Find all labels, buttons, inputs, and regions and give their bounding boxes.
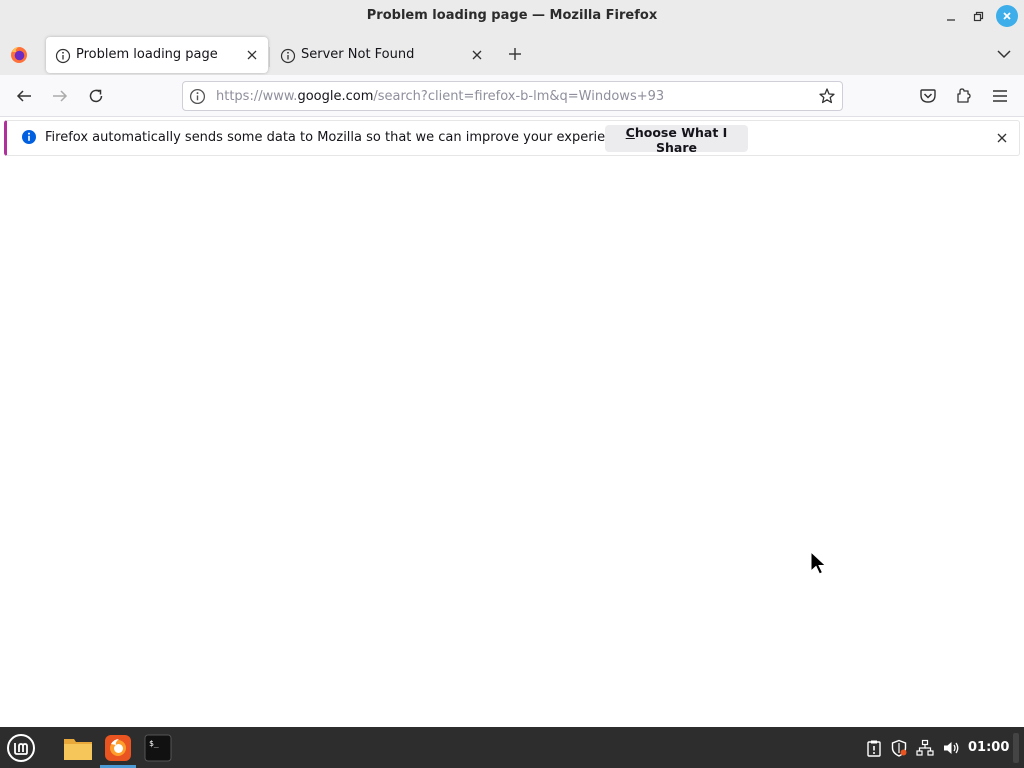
- choose-what-i-share-button[interactable]: Choose What I Share: [605, 125, 748, 155]
- url-domain: google.com: [297, 89, 374, 104]
- tab-separator: [269, 47, 270, 67]
- button-accesskey: C: [625, 125, 635, 140]
- extensions-icon[interactable]: [954, 86, 974, 106]
- url-text[interactable]: https://www.google.com/search?client=fir…: [216, 89, 664, 104]
- tab-label: Server Not Found: [301, 47, 415, 62]
- firefox-view-button[interactable]: [8, 44, 30, 66]
- taskbar-files[interactable]: [58, 727, 98, 768]
- restore-icon: [973, 11, 984, 22]
- taskbar-firefox[interactable]: [98, 727, 138, 768]
- files-icon: [64, 738, 92, 760]
- button-label: hoose What I Share: [634, 125, 728, 155]
- start-menu-button[interactable]: [2, 727, 40, 768]
- page-content[interactable]: [0, 160, 1024, 727]
- site-info-icon[interactable]: [189, 88, 206, 105]
- tab-problem-loading[interactable]: Problem loading page: [46, 37, 268, 73]
- info-icon: [22, 130, 36, 144]
- info-icon: [55, 48, 71, 64]
- taskbar-terminal[interactable]: $_: [138, 727, 178, 768]
- hamburger-menu-icon[interactable]: [990, 86, 1010, 106]
- bookmark-star-icon[interactable]: [818, 87, 836, 105]
- navigation-toolbar: https://www.google.com/search?client=fir…: [0, 75, 1024, 117]
- forward-icon[interactable]: [50, 86, 70, 106]
- back-icon[interactable]: [14, 86, 34, 106]
- clock[interactable]: 01:00: [968, 740, 1009, 755]
- info-icon: [280, 48, 296, 64]
- list-all-tabs-icon[interactable]: [995, 45, 1013, 63]
- close-icon[interactable]: [994, 130, 1010, 146]
- taskbar: $_ 01:00: [0, 727, 1024, 768]
- window-titlebar: Problem loading page — Mozilla Firefox: [0, 0, 1024, 33]
- minimize-icon: [947, 19, 955, 21]
- window-title: Problem loading page — Mozilla Firefox: [366, 8, 658, 23]
- firefox-icon: [11, 47, 27, 63]
- shield-icon[interactable]: [890, 739, 908, 757]
- close-tab-icon[interactable]: [244, 47, 260, 63]
- pocket-icon[interactable]: [918, 86, 938, 106]
- tab-label: Problem loading page: [76, 47, 218, 62]
- minimize-button[interactable]: [940, 6, 962, 28]
- tab-strip: Problem loading page Server Not Found: [0, 33, 1024, 75]
- maximize-button[interactable]: [967, 6, 989, 28]
- network-icon[interactable]: [916, 739, 934, 757]
- clipboard-icon[interactable]: [865, 739, 883, 757]
- data-collection-notification: Firefox automatically sends some data to…: [4, 120, 1020, 156]
- tab-server-not-found[interactable]: Server Not Found: [271, 37, 493, 73]
- mint-menu-icon: [7, 733, 35, 762]
- firefox-icon: [105, 734, 131, 761]
- reload-icon[interactable]: [86, 86, 106, 106]
- close-icon: [1003, 12, 1011, 20]
- url-prefix: https://www.: [216, 89, 298, 104]
- volume-icon[interactable]: [942, 739, 960, 757]
- close-tab-icon[interactable]: [469, 47, 485, 63]
- mouse-cursor-icon: [810, 551, 827, 575]
- url-path: /search?client=firefox-b-lm&q=Windows+93: [373, 89, 665, 104]
- address-bar[interactable]: https://www.google.com/search?client=fir…: [182, 81, 843, 111]
- close-window-button[interactable]: [996, 5, 1018, 27]
- notification-message: Firefox automatically sends some data to…: [45, 130, 633, 145]
- new-tab-icon[interactable]: [505, 44, 525, 64]
- svg-text:$_: $_: [149, 739, 159, 748]
- show-desktop-button[interactable]: [1013, 733, 1019, 763]
- terminal-icon: $_: [144, 734, 172, 761]
